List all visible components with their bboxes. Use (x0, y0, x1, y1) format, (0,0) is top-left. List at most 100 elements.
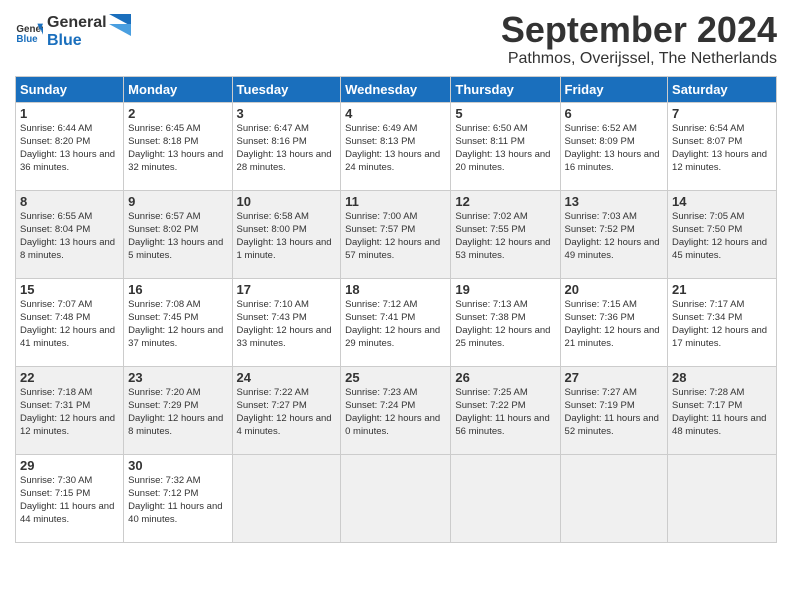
day-info: Sunrise: 6:44 AM Sunset: 8:20 PM Dayligh… (20, 122, 119, 175)
calendar-week-row: 22Sunrise: 7:18 AM Sunset: 7:31 PM Dayli… (16, 366, 777, 454)
svg-text:Blue: Blue (16, 33, 38, 44)
day-number: 4 (345, 106, 446, 121)
calendar-day-cell (232, 454, 341, 542)
calendar-day-cell (451, 454, 560, 542)
day-info: Sunrise: 7:02 AM Sunset: 7:55 PM Dayligh… (455, 210, 555, 263)
calendar-day-cell: 12Sunrise: 7:02 AM Sunset: 7:55 PM Dayli… (451, 190, 560, 278)
calendar-week-row: 29Sunrise: 7:30 AM Sunset: 7:15 PM Dayli… (16, 454, 777, 542)
calendar-week-row: 1Sunrise: 6:44 AM Sunset: 8:20 PM Daylig… (16, 102, 777, 190)
calendar-week-row: 15Sunrise: 7:07 AM Sunset: 7:48 PM Dayli… (16, 278, 777, 366)
col-monday: Monday (124, 76, 232, 102)
day-number: 17 (237, 282, 337, 297)
calendar-table: Sunday Monday Tuesday Wednesday Thursday… (15, 76, 777, 543)
day-info: Sunrise: 7:12 AM Sunset: 7:41 PM Dayligh… (345, 298, 446, 351)
logo-general: General (47, 14, 107, 32)
day-number: 15 (20, 282, 119, 297)
calendar-day-cell: 27Sunrise: 7:27 AM Sunset: 7:19 PM Dayli… (560, 366, 668, 454)
day-info: Sunrise: 6:55 AM Sunset: 8:04 PM Dayligh… (20, 210, 119, 263)
calendar-day-cell: 24Sunrise: 7:22 AM Sunset: 7:27 PM Dayli… (232, 366, 341, 454)
title-block: September 2024 Pathmos, Overijssel, The … (501, 10, 777, 68)
day-info: Sunrise: 7:10 AM Sunset: 7:43 PM Dayligh… (237, 298, 337, 351)
day-number: 1 (20, 106, 119, 121)
day-number: 27 (565, 370, 664, 385)
day-number: 11 (345, 194, 446, 209)
day-info: Sunrise: 7:23 AM Sunset: 7:24 PM Dayligh… (345, 386, 446, 439)
day-info: Sunrise: 6:52 AM Sunset: 8:09 PM Dayligh… (565, 122, 664, 175)
calendar-day-cell: 13Sunrise: 7:03 AM Sunset: 7:52 PM Dayli… (560, 190, 668, 278)
calendar-day-cell: 14Sunrise: 7:05 AM Sunset: 7:50 PM Dayli… (668, 190, 777, 278)
day-info: Sunrise: 7:32 AM Sunset: 7:12 PM Dayligh… (128, 474, 227, 527)
day-number: 23 (128, 370, 227, 385)
calendar-day-cell: 17Sunrise: 7:10 AM Sunset: 7:43 PM Dayli… (232, 278, 341, 366)
day-info: Sunrise: 7:17 AM Sunset: 7:34 PM Dayligh… (672, 298, 772, 351)
day-number: 9 (128, 194, 227, 209)
day-info: Sunrise: 6:58 AM Sunset: 8:00 PM Dayligh… (237, 210, 337, 263)
calendar-day-cell: 28Sunrise: 7:28 AM Sunset: 7:17 PM Dayli… (668, 366, 777, 454)
day-info: Sunrise: 7:13 AM Sunset: 7:38 PM Dayligh… (455, 298, 555, 351)
day-number: 7 (672, 106, 772, 121)
month-year-title: September 2024 (501, 10, 777, 50)
day-info: Sunrise: 7:08 AM Sunset: 7:45 PM Dayligh… (128, 298, 227, 351)
col-sunday: Sunday (16, 76, 124, 102)
location-subtitle: Pathmos, Overijssel, The Netherlands (501, 50, 777, 68)
day-number: 12 (455, 194, 555, 209)
day-info: Sunrise: 7:20 AM Sunset: 7:29 PM Dayligh… (128, 386, 227, 439)
day-info: Sunrise: 6:50 AM Sunset: 8:11 PM Dayligh… (455, 122, 555, 175)
calendar-day-cell: 15Sunrise: 7:07 AM Sunset: 7:48 PM Dayli… (16, 278, 124, 366)
day-number: 21 (672, 282, 772, 297)
calendar-day-cell: 11Sunrise: 7:00 AM Sunset: 7:57 PM Dayli… (341, 190, 451, 278)
calendar-day-cell: 18Sunrise: 7:12 AM Sunset: 7:41 PM Dayli… (341, 278, 451, 366)
day-number: 3 (237, 106, 337, 121)
day-number: 22 (20, 370, 119, 385)
logo-arrow-icon (109, 14, 131, 44)
day-number: 20 (565, 282, 664, 297)
day-info: Sunrise: 6:49 AM Sunset: 8:13 PM Dayligh… (345, 122, 446, 175)
day-info: Sunrise: 7:22 AM Sunset: 7:27 PM Dayligh… (237, 386, 337, 439)
day-info: Sunrise: 7:03 AM Sunset: 7:52 PM Dayligh… (565, 210, 664, 263)
day-info: Sunrise: 6:54 AM Sunset: 8:07 PM Dayligh… (672, 122, 772, 175)
day-info: Sunrise: 7:25 AM Sunset: 7:22 PM Dayligh… (455, 386, 555, 439)
calendar-day-cell: 26Sunrise: 7:25 AM Sunset: 7:22 PM Dayli… (451, 366, 560, 454)
day-number: 14 (672, 194, 772, 209)
day-number: 19 (455, 282, 555, 297)
day-number: 10 (237, 194, 337, 209)
day-number: 30 (128, 458, 227, 473)
calendar-day-cell: 5Sunrise: 6:50 AM Sunset: 8:11 PM Daylig… (451, 102, 560, 190)
calendar-day-cell: 1Sunrise: 6:44 AM Sunset: 8:20 PM Daylig… (16, 102, 124, 190)
calendar-day-cell: 30Sunrise: 7:32 AM Sunset: 7:12 PM Dayli… (124, 454, 232, 542)
day-number: 28 (672, 370, 772, 385)
logo-blue: Blue (47, 32, 107, 50)
day-number: 16 (128, 282, 227, 297)
calendar-day-cell: 7Sunrise: 6:54 AM Sunset: 8:07 PM Daylig… (668, 102, 777, 190)
calendar-day-cell: 16Sunrise: 7:08 AM Sunset: 7:45 PM Dayli… (124, 278, 232, 366)
day-number: 6 (565, 106, 664, 121)
day-number: 24 (237, 370, 337, 385)
day-info: Sunrise: 7:18 AM Sunset: 7:31 PM Dayligh… (20, 386, 119, 439)
col-thursday: Thursday (451, 76, 560, 102)
day-info: Sunrise: 7:05 AM Sunset: 7:50 PM Dayligh… (672, 210, 772, 263)
day-info: Sunrise: 7:15 AM Sunset: 7:36 PM Dayligh… (565, 298, 664, 351)
day-number: 26 (455, 370, 555, 385)
calendar-day-cell (560, 454, 668, 542)
day-number: 29 (20, 458, 119, 473)
day-number: 2 (128, 106, 227, 121)
col-wednesday: Wednesday (341, 76, 451, 102)
col-saturday: Saturday (668, 76, 777, 102)
calendar-day-cell: 19Sunrise: 7:13 AM Sunset: 7:38 PM Dayli… (451, 278, 560, 366)
calendar-day-cell: 4Sunrise: 6:49 AM Sunset: 8:13 PM Daylig… (341, 102, 451, 190)
logo: General Blue General Blue (15, 14, 131, 49)
calendar-header-row: Sunday Monday Tuesday Wednesday Thursday… (16, 76, 777, 102)
calendar-week-row: 8Sunrise: 6:55 AM Sunset: 8:04 PM Daylig… (16, 190, 777, 278)
day-info: Sunrise: 7:00 AM Sunset: 7:57 PM Dayligh… (345, 210, 446, 263)
header: General Blue General Blue September 2024… (15, 10, 777, 68)
day-number: 13 (565, 194, 664, 209)
day-info: Sunrise: 7:27 AM Sunset: 7:19 PM Dayligh… (565, 386, 664, 439)
day-info: Sunrise: 6:45 AM Sunset: 8:18 PM Dayligh… (128, 122, 227, 175)
calendar-day-cell: 29Sunrise: 7:30 AM Sunset: 7:15 PM Dayli… (16, 454, 124, 542)
day-number: 5 (455, 106, 555, 121)
calendar-day-cell: 8Sunrise: 6:55 AM Sunset: 8:04 PM Daylig… (16, 190, 124, 278)
calendar-day-cell: 25Sunrise: 7:23 AM Sunset: 7:24 PM Dayli… (341, 366, 451, 454)
calendar-day-cell: 10Sunrise: 6:58 AM Sunset: 8:00 PM Dayli… (232, 190, 341, 278)
calendar-day-cell: 23Sunrise: 7:20 AM Sunset: 7:29 PM Dayli… (124, 366, 232, 454)
calendar-day-cell: 20Sunrise: 7:15 AM Sunset: 7:36 PM Dayli… (560, 278, 668, 366)
